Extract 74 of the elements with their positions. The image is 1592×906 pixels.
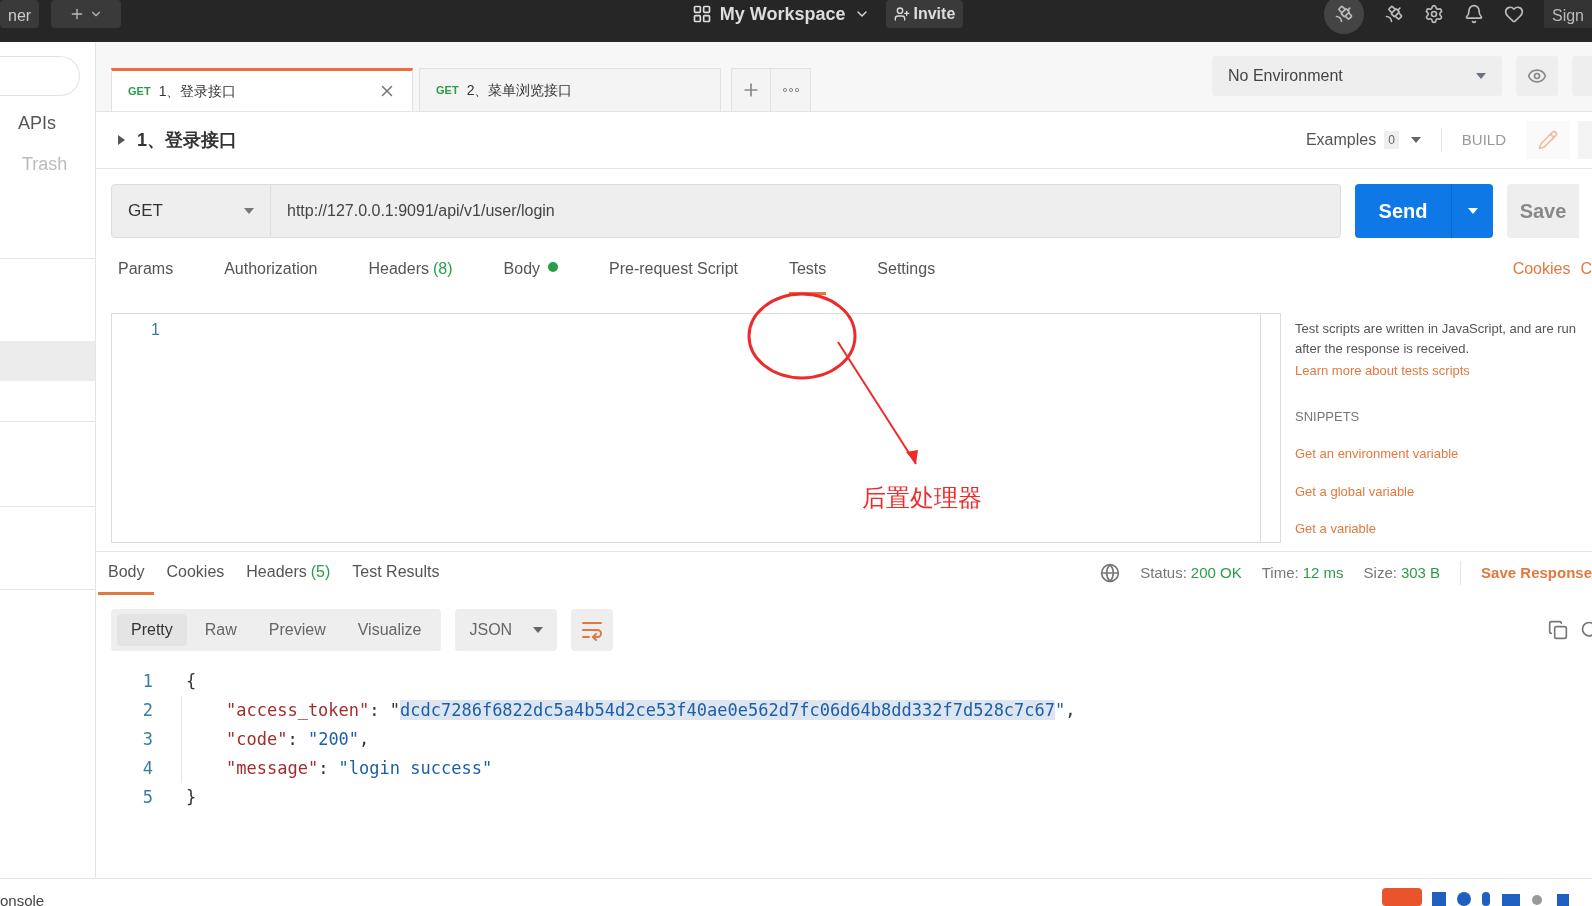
view-mode-button[interactable]: Pretty	[117, 614, 187, 646]
format-select[interactable]: JSON	[455, 609, 558, 651]
section-tab[interactable]: Body	[503, 257, 559, 295]
view-mode-button[interactable]: Visualize	[343, 614, 436, 646]
send-button[interactable]: Send	[1355, 184, 1451, 238]
wrap-button[interactable]	[571, 609, 614, 651]
request-title: 1、登录接口	[137, 128, 237, 152]
line-number: 1	[141, 670, 154, 693]
meta-label: Time:	[1261, 562, 1299, 583]
pencil-icon	[1538, 130, 1558, 150]
workspace-menu[interactable]: My Workspace	[691, 0, 870, 28]
view-mode-button[interactable]: Preview	[254, 614, 340, 646]
add-user-icon	[893, 6, 910, 22]
method-select[interactable]: GET	[111, 184, 271, 238]
sidebar-item[interactable]: APIs	[18, 110, 95, 137]
code-line: }	[186, 787, 197, 807]
caret-icon	[244, 208, 254, 214]
section-tab[interactable]: Tests	[788, 257, 827, 295]
meta-value: 303 B	[1400, 562, 1441, 583]
line-number: 4	[141, 757, 154, 780]
line-number: 2	[141, 699, 154, 722]
line-number: 5	[141, 786, 154, 809]
url-field[interactable]: http://127.0.0.1:9091/api/v1/user/login	[271, 184, 1341, 238]
grid-icon	[691, 4, 712, 24]
search-field[interactable]	[0, 56, 80, 96]
section-tab[interactable]: Headers (8)	[368, 257, 453, 295]
caret-icon	[1476, 73, 1486, 79]
code-line: "code": "200",	[226, 729, 370, 749]
heart-icon[interactable]	[1503, 4, 1524, 24]
line-number: 1	[150, 320, 160, 340]
satellite-icon[interactable]	[1383, 4, 1404, 24]
section-tab[interactable]: Params	[118, 257, 174, 295]
code-line: {	[186, 671, 197, 691]
expand-icon[interactable]	[118, 135, 125, 145]
section-tab[interactable]: Settings	[877, 257, 936, 295]
request-tab[interactable]: GET 2、菜单浏览接口	[419, 68, 721, 111]
sync-icon[interactable]	[1323, 0, 1364, 34]
meta-value: 12 ms	[1302, 562, 1344, 583]
view-mode-button[interactable]: Raw	[190, 614, 251, 646]
examples-count: 0	[1384, 131, 1399, 149]
response-tab[interactable]: Cookies	[156, 551, 235, 595]
response-tab[interactable]: Test Results	[342, 551, 450, 595]
response-tab[interactable]: Headers (5)	[236, 551, 341, 595]
caret-icon	[533, 627, 544, 633]
new-window-button[interactable]	[51, 0, 122, 28]
code-line: "message": "login success"	[226, 758, 493, 778]
environment-select[interactable]: No Environment	[1212, 56, 1502, 96]
settings-icon[interactable]	[1423, 4, 1444, 24]
invite-button[interactable]: Invite	[885, 0, 964, 28]
meta-label: Status:	[1140, 562, 1187, 583]
annotation-label: 后置处理器	[862, 483, 982, 513]
eye-icon	[1527, 66, 1547, 86]
sign-in-button[interactable]: Sign	[1543, 0, 1592, 28]
meta-label: Size:	[1363, 562, 1397, 583]
eye-button[interactable]	[1516, 56, 1558, 96]
top-left-button[interactable]: ner	[0, 0, 40, 28]
console-button[interactable]: onsole	[0, 889, 45, 906]
request-tab[interactable]: GET 1、登录接口	[111, 68, 413, 111]
meta-value: 200 OK	[1190, 562, 1242, 583]
satellite-icon	[1333, 4, 1354, 24]
examples-label[interactable]: Examples	[1305, 128, 1377, 152]
line-number: 3	[141, 728, 154, 751]
new-tab-button[interactable]	[731, 68, 771, 111]
section-tab[interactable]: Authorization	[224, 257, 318, 295]
section-tab[interactable]: Pre-request Script	[609, 257, 738, 295]
notifications-icon[interactable]	[1463, 4, 1484, 24]
caret-icon	[1467, 208, 1478, 214]
copy-icon[interactable]	[1548, 620, 1568, 640]
caret-icon	[1410, 137, 1421, 143]
globe-icon[interactable]	[1100, 563, 1121, 583]
snippets-heading: SNIPPETS	[1295, 407, 1361, 426]
response-tab[interactable]: Body	[98, 551, 155, 595]
more-icon	[782, 88, 799, 92]
help-text: Test scripts are written in JavaScript, and are run after the response is received.	[1295, 320, 1578, 358]
